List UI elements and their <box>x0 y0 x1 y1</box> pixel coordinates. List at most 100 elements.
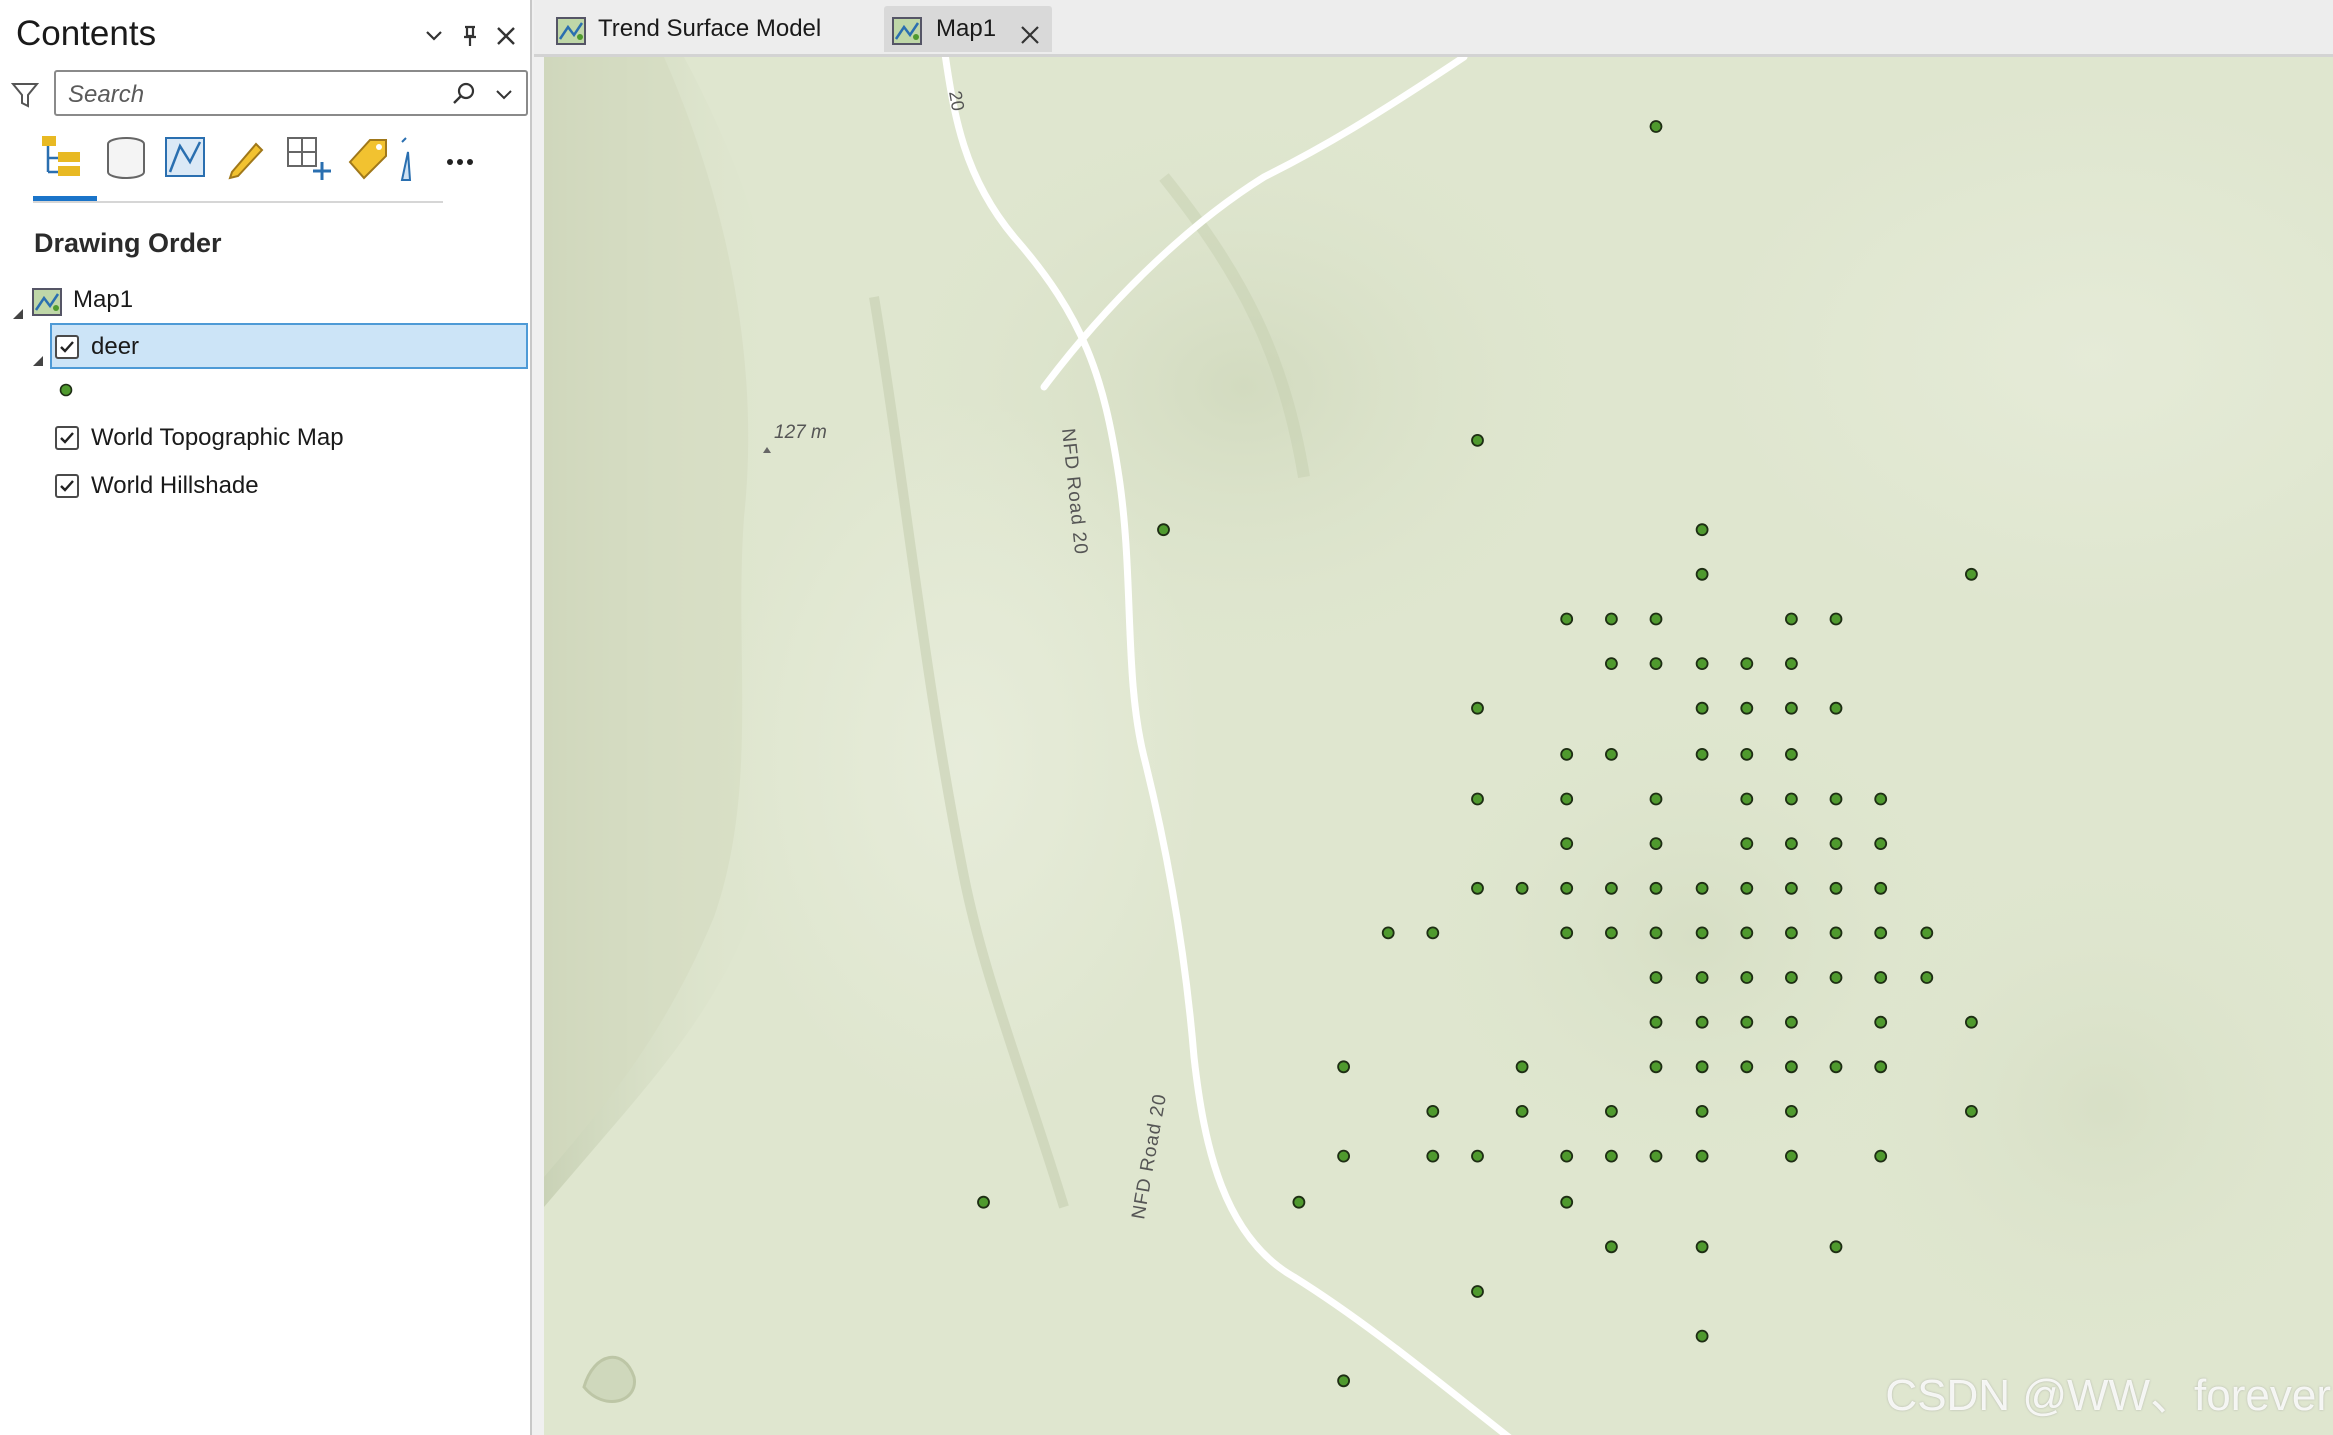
map-canvas[interactable]: 20 NFD Road 20 NFD Road 20 127 m <box>544 57 2333 1435</box>
deer-point[interactable] <box>1695 523 1709 537</box>
deer-point[interactable] <box>1649 792 1663 806</box>
deer-point[interactable] <box>1829 1060 1843 1074</box>
tree-item-world-hillshade[interactable]: World Hillshade <box>0 463 530 509</box>
deer-point[interactable] <box>1292 1195 1306 1209</box>
search-input[interactable] <box>66 78 440 112</box>
deer-point[interactable] <box>1965 1105 1978 1118</box>
deer-point[interactable] <box>1829 837 1843 850</box>
deer-point[interactable] <box>977 1195 990 1209</box>
deer-point[interactable] <box>1829 971 1843 984</box>
deer-point[interactable] <box>1649 837 1663 850</box>
deer-point[interactable] <box>1695 1015 1709 1029</box>
deer-point[interactable] <box>1874 881 1888 895</box>
search-options-chevron-icon[interactable] <box>492 82 516 106</box>
deer-point[interactable] <box>1605 1149 1618 1163</box>
deer-point[interactable] <box>1785 657 1798 670</box>
deer-point[interactable] <box>1560 612 1574 626</box>
deer-point[interactable] <box>1649 1015 1663 1029</box>
deer-point[interactable] <box>1874 1015 1888 1029</box>
deer-point[interactable] <box>1785 837 1798 850</box>
list-by-selection-icon[interactable] <box>160 132 212 184</box>
deer-point[interactable] <box>1740 792 1754 806</box>
deer-point[interactable] <box>1695 1060 1709 1074</box>
deer-point[interactable] <box>1740 837 1754 850</box>
deer-point[interactable] <box>1649 1060 1663 1074</box>
deer-point[interactable] <box>1471 1149 1484 1163</box>
deer-point[interactable] <box>1695 701 1709 715</box>
list-by-data-source-icon[interactable] <box>100 132 152 184</box>
deer-point[interactable] <box>1695 1149 1709 1163</box>
deer-point[interactable] <box>1785 1060 1798 1074</box>
deer-point[interactable] <box>1649 657 1663 670</box>
deer-point[interactable] <box>1740 971 1754 984</box>
list-by-perspective-imagery-icon[interactable] <box>400 132 416 184</box>
deer-point[interactable] <box>1829 612 1843 626</box>
deer-point[interactable] <box>1740 657 1754 670</box>
deer-point[interactable] <box>1515 881 1529 895</box>
deer-point[interactable] <box>1381 926 1395 940</box>
deer-point[interactable] <box>1471 881 1484 895</box>
deer-point[interactable] <box>1471 701 1484 715</box>
deer-point[interactable] <box>1426 1149 1440 1163</box>
search-icon[interactable] <box>450 80 478 108</box>
deer-point[interactable] <box>1560 792 1574 806</box>
deer-point[interactable] <box>1874 926 1888 940</box>
layer-visibility-checkbox[interactable] <box>55 426 79 450</box>
list-by-editing-icon[interactable] <box>220 132 272 184</box>
deer-point[interactable] <box>1920 971 1934 984</box>
deer-point[interactable] <box>1829 1240 1843 1254</box>
deer-point[interactable] <box>1337 1374 1350 1388</box>
deer-point[interactable] <box>1560 926 1574 940</box>
deer-point[interactable] <box>1695 971 1709 984</box>
deer-point[interactable] <box>1740 748 1754 761</box>
deer-point[interactable] <box>1426 926 1440 940</box>
collapse-triangle-icon[interactable] <box>10 292 26 319</box>
deer-point[interactable] <box>1605 612 1618 626</box>
deer-point[interactable] <box>1785 612 1798 626</box>
close-icon[interactable] <box>492 22 520 50</box>
deer-point[interactable] <box>1874 792 1888 806</box>
tree-item-deer[interactable]: deer <box>0 324 530 370</box>
map-view[interactable]: 20 NFD Road 20 NFD Road 20 127 m CSDN @W… <box>544 57 2333 1435</box>
deer-point[interactable] <box>1560 881 1574 895</box>
deer-point[interactable] <box>1649 1149 1663 1163</box>
deer-point[interactable] <box>1649 926 1663 940</box>
deer-point[interactable] <box>1874 837 1888 850</box>
deer-point[interactable] <box>1785 748 1798 761</box>
deer-point[interactable] <box>1740 926 1754 940</box>
deer-point[interactable] <box>1695 926 1709 940</box>
deer-point[interactable] <box>1515 1060 1529 1074</box>
deer-point[interactable] <box>1785 926 1798 940</box>
deer-point[interactable] <box>1695 657 1709 670</box>
deer-point[interactable] <box>1649 881 1663 895</box>
tree-item-map1[interactable]: Map1 <box>0 277 530 323</box>
filter-icon[interactable] <box>10 80 40 110</box>
deer-point[interactable] <box>1965 1015 1978 1029</box>
deer-point[interactable] <box>1785 881 1798 895</box>
deer-point[interactable] <box>1695 1329 1709 1343</box>
deer-point[interactable] <box>1829 881 1843 895</box>
more-icon[interactable] <box>438 132 490 184</box>
deer-point[interactable] <box>1649 612 1663 626</box>
deer-point[interactable] <box>1471 433 1484 447</box>
tree-item-world-topographic-map[interactable]: World Topographic Map <box>0 415 530 461</box>
close-tab-icon[interactable] <box>1018 17 1042 44</box>
deer-point[interactable] <box>1874 1060 1888 1074</box>
deer-point[interactable] <box>1560 748 1574 761</box>
deer-point[interactable] <box>1695 748 1709 761</box>
deer-point[interactable] <box>1471 792 1484 806</box>
deer-point[interactable] <box>1874 1149 1888 1163</box>
deer-point[interactable] <box>1337 1060 1350 1074</box>
chevron-down-icon[interactable] <box>420 22 448 50</box>
pin-icon[interactable] <box>456 22 484 50</box>
list-by-labeling-icon[interactable] <box>342 132 394 184</box>
deer-point[interactable] <box>1560 1195 1574 1209</box>
deer-point[interactable] <box>1695 881 1709 895</box>
list-by-drawing-order-icon[interactable] <box>38 132 90 184</box>
deer-point[interactable] <box>1515 1105 1529 1118</box>
deer-point[interactable] <box>1426 1105 1440 1118</box>
deer-point[interactable] <box>1649 120 1663 133</box>
deer-point[interactable] <box>1785 701 1798 715</box>
deer-point[interactable] <box>1605 1240 1618 1254</box>
deer-point[interactable] <box>1695 1105 1709 1118</box>
